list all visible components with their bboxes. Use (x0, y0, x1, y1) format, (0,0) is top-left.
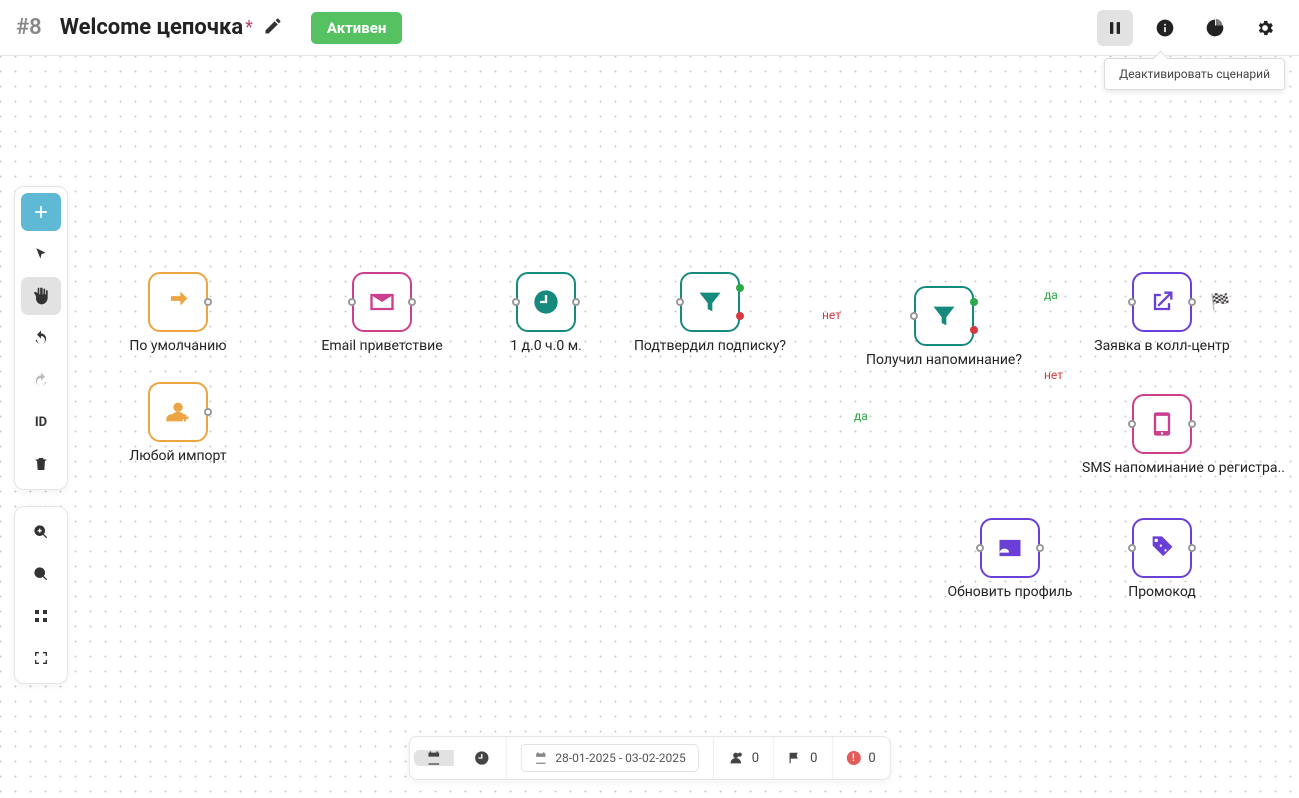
node-default-trigger[interactable]: По умолчанию (98, 272, 258, 354)
modified-indicator: * (245, 17, 253, 38)
node-got-reminder-filter[interactable]: Получил напоминание? (864, 286, 1024, 368)
undo-button[interactable] (21, 319, 61, 357)
edge-label-no: нет (822, 308, 841, 322)
calendar-mode-button[interactable] (413, 750, 453, 766)
pause-button[interactable] (1097, 10, 1133, 46)
date-range-text: 28-01-2025 - 03-02-2025 (555, 751, 685, 765)
node-label: 1 д.0 ч.0 м. (466, 338, 626, 354)
node-label: Обновить профиль (930, 584, 1090, 600)
error-icon: ! (846, 751, 860, 765)
node-label: Получил напоминание? (864, 352, 1024, 368)
node-label: Подтвердил подписку? (630, 338, 790, 354)
node-label: Промокод (1082, 584, 1242, 600)
scenario-id: #8 (16, 15, 42, 40)
node-confirmed-filter[interactable]: Подтвердил подписку? (630, 272, 790, 354)
edge-label-yes: да (854, 409, 868, 423)
info-button[interactable] (1147, 10, 1183, 46)
node-label: По умолчанию (98, 338, 258, 354)
pause-tooltip: Деактивировать сценарий (1104, 58, 1285, 90)
edit-title-button[interactable] (263, 16, 283, 40)
fit-screen-button[interactable] (21, 639, 61, 677)
zoom-out-button[interactable] (21, 555, 61, 593)
zoom-toolbox (14, 506, 68, 684)
node-label: Email приветствие (302, 338, 462, 354)
date-range-picker[interactable]: 28-01-2025 - 03-02-2025 (520, 744, 698, 772)
node-promocode[interactable]: Промокод (1082, 518, 1242, 600)
canvas[interactable]: ID нет да (0, 56, 1299, 798)
node-delay[interactable]: 1 д.0 ч.0 м. (466, 272, 626, 354)
flags-count[interactable]: 0 (774, 737, 832, 779)
add-node-button[interactable] (21, 193, 61, 231)
status-badge: Активен (311, 12, 403, 44)
errors-count[interactable]: ! 0 (832, 737, 889, 779)
redo-button[interactable] (21, 361, 61, 399)
settings-button[interactable] (1247, 10, 1283, 46)
finish-flag-icon: 🏁 (1210, 292, 1230, 311)
toolbox: ID (14, 186, 68, 490)
node-label: Заявка в колл-центр (1082, 338, 1242, 354)
node-email-welcome[interactable]: Email приветствие (302, 272, 462, 354)
scenario-title: Welcome цепочка (60, 15, 243, 40)
grid-button[interactable] (21, 597, 61, 635)
edge-label-yes: да (1044, 288, 1058, 302)
pan-tool[interactable] (21, 277, 61, 315)
footer-bar: 28-01-2025 - 03-02-2025 0 0 ! 0 (408, 736, 890, 780)
edge-label-no: нет (1044, 368, 1063, 382)
node-sms-reminder[interactable]: SMS напоминание о регистра.. (1082, 394, 1242, 476)
delete-button[interactable] (21, 445, 61, 483)
node-import-trigger[interactable]: Любой импорт (98, 382, 258, 464)
users-count[interactable]: 0 (714, 737, 774, 779)
clock-mode-button[interactable] (461, 750, 501, 766)
node-callcenter[interactable]: Заявка в колл-центр (1082, 272, 1242, 354)
node-update-profile[interactable]: Обновить профиль (930, 518, 1090, 600)
zoom-in-button[interactable] (21, 513, 61, 551)
id-tool[interactable]: ID (21, 403, 61, 441)
node-label: Любой импорт (98, 448, 258, 464)
pointer-tool[interactable] (21, 235, 61, 273)
node-label: SMS напоминание о регистра.. (1082, 460, 1242, 476)
header: #8 Welcome цепочка * Активен (0, 0, 1299, 56)
stats-button[interactable] (1197, 10, 1233, 46)
